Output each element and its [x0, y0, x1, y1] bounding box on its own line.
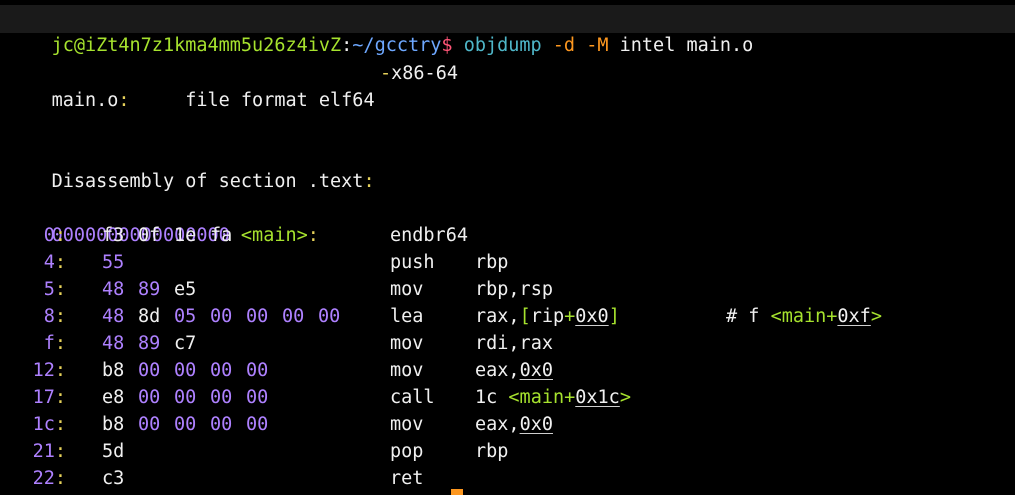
instruction-operand: rbp,rsp	[475, 279, 553, 300]
instruction-address: 0:	[43, 225, 66, 246]
instruction-byte: 00	[246, 414, 269, 435]
instruction-byte: 8d	[138, 306, 161, 327]
instruction-byte: 00	[174, 360, 197, 381]
instruction-byte: 5d	[102, 441, 125, 462]
prompt-separator: :	[341, 35, 353, 56]
prompt-path: ~/gcctry	[352, 35, 442, 56]
symbol-label: <main>	[240, 225, 308, 246]
instruction-mnemonic: ret	[390, 468, 424, 489]
instruction-byte: 00	[246, 306, 269, 327]
instruction-mnemonic: push	[390, 252, 435, 273]
instruction-byte: b8	[102, 360, 125, 381]
instruction-mnemonic: mov	[390, 360, 424, 381]
instruction-byte: 00	[138, 414, 161, 435]
instruction-operand: 1c <main+0x1c>	[475, 387, 631, 408]
disassembly-section-line: Disassembly of section .text:	[7, 141, 375, 192]
terminal-window[interactable]: jc@iZt4n7z1kma4mm5u26z4ivZ:~/gcctry$ obj…	[0, 0, 1015, 495]
instruction-byte: 00	[210, 387, 233, 408]
instruction-byte: 0f	[138, 225, 161, 246]
instruction-address: 17:	[32, 387, 66, 408]
object-file-colon: :	[118, 90, 130, 111]
instruction-byte: 00	[138, 387, 161, 408]
instruction-mnemonic: lea	[390, 306, 424, 327]
instruction-operand: rbp	[475, 252, 509, 273]
instruction-address: 1c:	[32, 414, 66, 435]
terminal-cursor	[451, 489, 463, 495]
command-arg-syntax: intel	[619, 35, 676, 56]
instruction-byte: 00	[174, 387, 197, 408]
file-format-line: main.o: file format elf64	[7, 60, 375, 111]
instruction-byte: c3	[102, 468, 125, 489]
instruction-operand: eax,0x0	[475, 414, 553, 435]
instruction-byte: 55	[102, 252, 125, 273]
instruction-address: 5:	[43, 279, 66, 300]
instruction-address: 8:	[43, 306, 66, 327]
file-format-label: file format elf64	[185, 90, 375, 111]
instruction-byte: 00	[138, 360, 161, 381]
instruction-address: 21:	[32, 441, 66, 462]
instruction-byte: 00	[282, 306, 305, 327]
instruction-byte: 00	[210, 414, 233, 435]
instruction-byte: 48	[102, 306, 125, 327]
instruction-byte: f3	[102, 225, 125, 246]
instruction-byte: 00	[210, 306, 233, 327]
command-flag-m: -M	[586, 35, 609, 56]
file-format-arch: -x86-64	[380, 63, 458, 84]
instruction-mnemonic: mov	[390, 333, 424, 354]
instruction-byte: 00	[318, 306, 341, 327]
instruction-byte: 89	[138, 279, 161, 300]
instruction-mnemonic: pop	[390, 441, 424, 462]
command-name: objdump	[463, 35, 542, 56]
instruction-byte: 48	[102, 333, 125, 354]
instruction-address: 4:	[43, 252, 66, 273]
instruction-byte: e8	[102, 387, 125, 408]
instruction-byte: 00	[246, 360, 269, 381]
prompt-symbol: $	[441, 35, 453, 56]
instruction-address: 22:	[32, 468, 66, 489]
instruction-byte: 1e	[174, 225, 197, 246]
symbol-colon: :	[307, 225, 319, 246]
instruction-operand: rbp	[475, 441, 509, 462]
instruction-byte: 00	[246, 387, 269, 408]
instruction-operand: eax,0x0	[475, 360, 553, 381]
instruction-byte: 00	[174, 414, 197, 435]
instruction-byte: e5	[174, 279, 197, 300]
disassembly-label: Disassembly of section .text	[51, 171, 364, 192]
object-file-name: main.o	[51, 90, 119, 111]
disassembly-colon: :	[363, 171, 375, 192]
instruction-mnemonic: mov	[390, 279, 424, 300]
instruction-operand: rdi,rax	[475, 333, 553, 354]
instruction-operand: rax,[rip+0x0]	[475, 306, 620, 327]
command-flag-d: -d	[552, 35, 576, 56]
instruction-byte: fa	[210, 225, 233, 246]
command-prompt-line[interactable]: jc@iZt4n7z1kma4mm5u26z4ivZ:~/gcctry$ obj…	[7, 5, 754, 56]
instruction-byte: 00	[210, 360, 233, 381]
prompt-user-host: jc@iZt4n7z1kma4mm5u26z4ivZ	[51, 35, 342, 56]
instruction-address: 12:	[32, 360, 66, 381]
instruction-byte: 48	[102, 279, 125, 300]
instruction-byte: 05	[174, 306, 197, 327]
instruction-mnemonic: call	[390, 387, 435, 408]
instruction-byte: c7	[174, 333, 197, 354]
symbol-line: 0000000000000000 <main>:	[7, 195, 319, 246]
instruction-comment: # f <main+0xf>	[726, 306, 882, 327]
instruction-mnemonic: mov	[390, 414, 424, 435]
instruction-byte: b8	[102, 414, 125, 435]
instruction-byte: 89	[138, 333, 161, 354]
instruction-mnemonic: endbr64	[390, 225, 468, 246]
command-arg-file: main.o	[686, 35, 754, 56]
instruction-address: f:	[43, 333, 66, 354]
